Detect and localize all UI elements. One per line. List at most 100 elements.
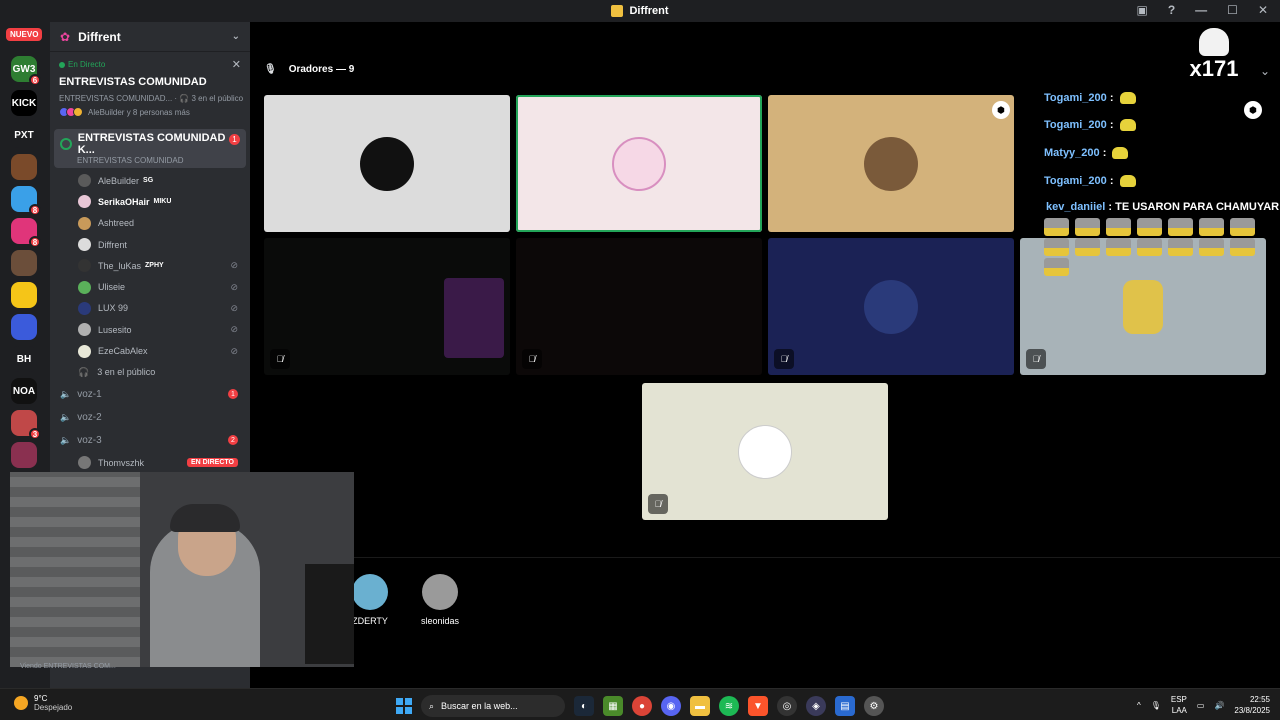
server-icon[interactable]	[11, 314, 37, 340]
chat-text: :	[1106, 119, 1114, 131]
folder-icon[interactable]: ▬	[690, 696, 710, 716]
mic-tray-icon[interactable]: 🎙	[1151, 701, 1161, 710]
server-icon[interactable]: 8	[11, 186, 41, 216]
help-icon[interactable]: ?	[1168, 3, 1175, 17]
emote-icon	[1230, 218, 1255, 236]
muted-icon: ⊘	[230, 324, 238, 335]
audience-member[interactable]: sleonidas	[410, 574, 470, 626]
stage-member[interactable]: EzeCabAlex ⊘	[50, 340, 250, 361]
avatar	[78, 174, 91, 188]
emote-icon	[1168, 218, 1193, 236]
inbox-icon[interactable]: ▣	[1136, 3, 1147, 17]
spotify-icon[interactable]: ≋	[719, 696, 739, 716]
close-icon[interactable]: ✕	[232, 58, 241, 71]
server-icon[interactable]	[11, 442, 37, 468]
speaker-tile-video[interactable]: 🎙̸	[264, 238, 510, 375]
chat-username: Matyy_200	[1044, 147, 1100, 159]
temperature: 9°C	[34, 694, 48, 703]
stage-member[interactable]: LUX 99 ⊘	[50, 298, 250, 319]
windows-start-icon[interactable]	[396, 698, 412, 714]
server-icon[interactable]: 8	[11, 218, 41, 248]
goose-icon	[1199, 28, 1229, 56]
server-icon[interactable]: KICK	[11, 90, 37, 116]
volume-icon[interactable]: 🔊	[1214, 701, 1224, 710]
network-icon[interactable]: ▭	[1197, 701, 1205, 710]
avatar	[78, 195, 91, 209]
avatar	[864, 136, 918, 191]
streamer-row[interactable]: Thomvszhk EN DIRECTO	[50, 452, 250, 473]
speaker-icon: 🔈	[60, 388, 72, 399]
weather-widget[interactable]: 9°C Despejado	[14, 694, 72, 712]
stage-member[interactable]: Lusesito ⊘	[50, 319, 250, 340]
server-icon[interactable]: 3	[11, 410, 41, 440]
stage-member[interactable]: Diffrent	[50, 234, 250, 255]
avatar	[360, 136, 414, 191]
stage-member[interactable]: AleBuilder SG	[50, 170, 250, 191]
live-subtitle: ENTREVISTAS COMUNIDAD... · 🎧 3 en el púb…	[59, 94, 244, 103]
emote-icon	[1106, 218, 1131, 236]
speaker-tile-video[interactable]: 🎙̸	[516, 238, 762, 375]
server-icon[interactable]: GW3 6	[11, 56, 41, 86]
voice-channel[interactable]: 🔈 voz-3 2	[50, 429, 250, 452]
server-icon[interactable]	[11, 154, 37, 180]
member-name: EzeCabAlex	[98, 346, 148, 357]
voice-channel[interactable]: 🔈 voz-1 1	[50, 383, 250, 406]
taskbar-search[interactable]: ⌕ Buscar en la web...	[421, 695, 565, 717]
avatar	[78, 216, 91, 230]
live-dot-icon	[59, 61, 65, 68]
github-icon[interactable]: ◎	[777, 696, 797, 716]
speaker-icon: 🔈	[60, 411, 72, 422]
avatar	[352, 574, 388, 610]
weather-icon	[14, 696, 28, 710]
speaker-tile[interactable]: ⬢	[768, 95, 1014, 232]
chat-username: kev_daniiel	[1046, 201, 1106, 213]
stage-channel-active[interactable]: ENTREVISTAS COMUNIDAD K... ENTREVISTAS C…	[54, 129, 246, 168]
chevron-down-icon[interactable]: ⌄	[1260, 64, 1270, 78]
maximize-button[interactable]: ☐	[1227, 3, 1238, 17]
steam-icon[interactable]: ◐	[574, 696, 594, 716]
minecraft-icon[interactable]: ▦	[603, 696, 623, 716]
speaker-tile[interactable]	[516, 95, 762, 232]
clock[interactable]: 22:55 23/8/2025	[1234, 694, 1270, 716]
chrome-icon[interactable]: ●	[632, 696, 652, 716]
server-header[interactable]: ✿ Diffrent ⌄	[50, 22, 250, 52]
stage-view: 🎙 Oradores — 9 x171 ⌄ ⬢ ⬢ 🎙̸ 🎙̸ 🎙̸ 🎙̸ 🎙̸	[250, 22, 1280, 688]
stage-member[interactable]: SerikaOHair MIKU	[50, 191, 250, 212]
stage-member[interactable]: The_luKas ZPHY ⊘	[50, 255, 250, 276]
server-icon[interactable]	[11, 282, 37, 308]
brave-icon[interactable]: ▼	[748, 696, 768, 716]
new-badge[interactable]: NUEVO	[6, 28, 43, 41]
notepad-icon[interactable]: ▤	[835, 696, 855, 716]
member-name: Diffrent	[98, 239, 127, 250]
live-audience-count: 3 en el público	[191, 94, 244, 103]
speaker-tile[interactable]: 🎙̸	[642, 383, 888, 520]
minimize-button[interactable]: —	[1195, 3, 1207, 17]
voice-channel[interactable]: 🔈 voz-2	[50, 406, 250, 429]
stage-member[interactable]: Uliseie ⊘	[50, 276, 250, 297]
avatar	[78, 259, 91, 273]
date: 23/8/2025	[1234, 706, 1270, 715]
audience-row[interactable]: 🎧 3 en el público	[50, 362, 250, 383]
discord-icon[interactable]: ◉	[661, 696, 681, 716]
emote-icon	[1119, 92, 1136, 105]
speaker-tile[interactable]	[264, 95, 510, 232]
chevron-up-icon[interactable]: ^	[1137, 701, 1141, 710]
stage-member[interactable]: Ashtreed	[50, 213, 250, 234]
member-name: Uliseie	[98, 282, 126, 293]
emote-icon	[1137, 218, 1162, 236]
server-icon[interactable]	[11, 250, 37, 276]
language-indicator[interactable]: ESP LAA	[1171, 694, 1187, 716]
server-icon[interactable]: PXT	[11, 122, 37, 148]
speaker-tile[interactable]: 🎙̸	[768, 238, 1014, 375]
settings-gear-icon[interactable]: ⚙	[864, 696, 884, 716]
live-stage-card[interactable]: En Directo ✕ ENTREVISTAS COMUNIDAD ENTRE…	[50, 52, 250, 123]
emote-icon	[1075, 238, 1100, 256]
search-placeholder: Buscar en la web...	[441, 701, 518, 711]
mic-icon: 🎙	[264, 64, 277, 75]
close-button[interactable]: ✕	[1258, 3, 1268, 17]
server-icon[interactable]: BH	[11, 346, 37, 372]
chevron-down-icon[interactable]: ⌄	[232, 31, 240, 42]
server-icon[interactable]: NOA	[11, 378, 37, 404]
app-icon-tray[interactable]: ◈	[806, 696, 826, 716]
live-people: AleBuilder y 8 personas más	[59, 107, 241, 117]
